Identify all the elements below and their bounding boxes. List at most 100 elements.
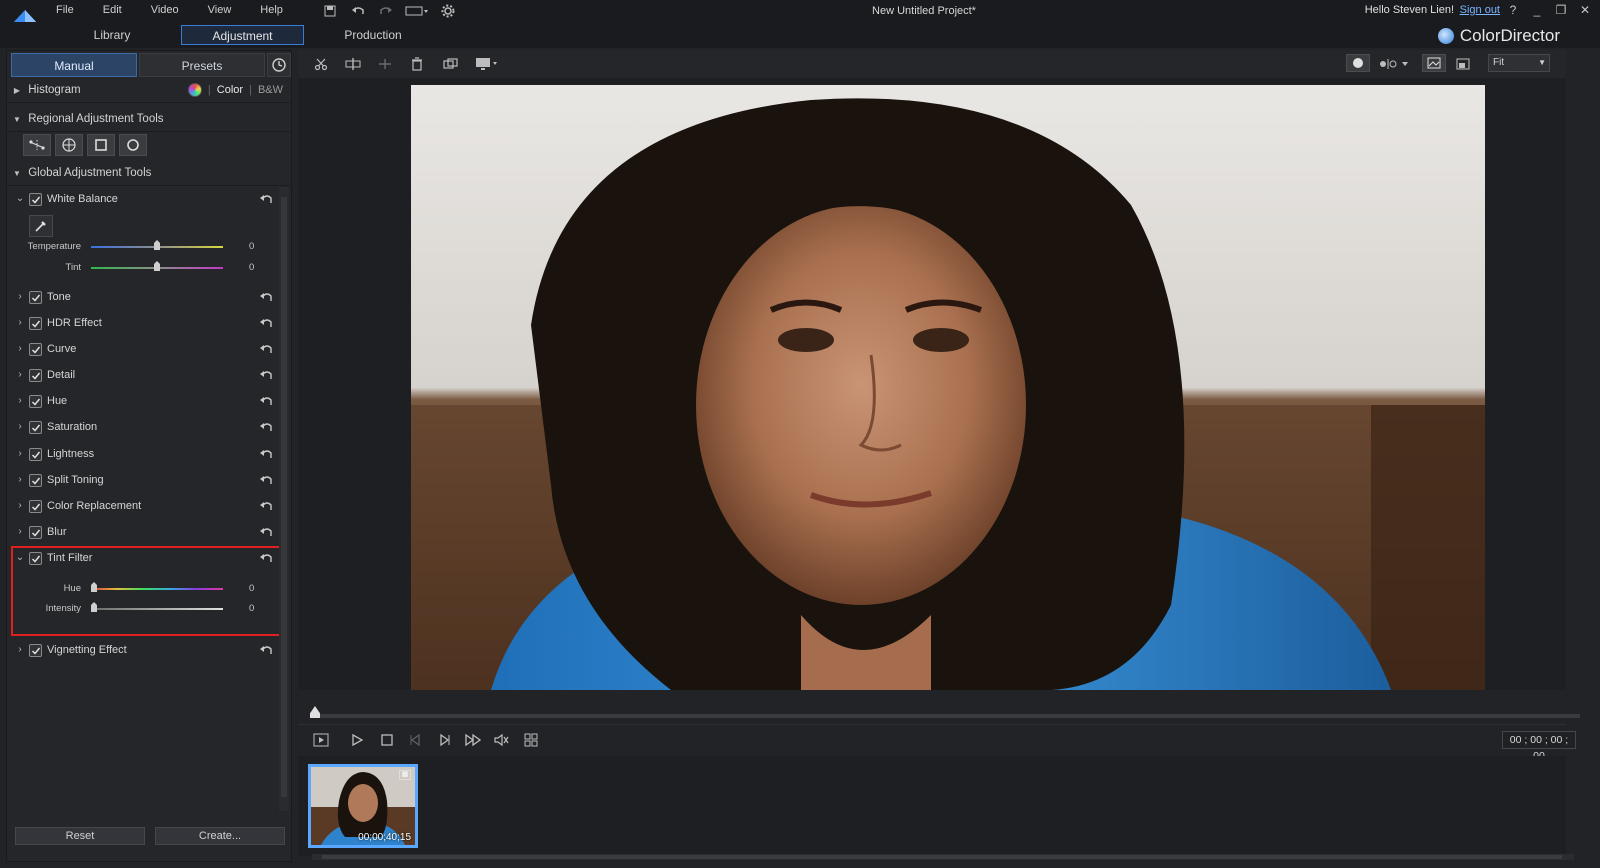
trash-icon[interactable]: [408, 55, 426, 73]
reset-icon[interactable]: [259, 192, 273, 206]
tool-white-balance[interactable]: ⌄ White Balance: [7, 187, 275, 213]
reset-icon[interactable]: [259, 394, 273, 408]
previous-frame-icon[interactable]: [406, 731, 424, 749]
lightness-checkbox[interactable]: [29, 448, 42, 461]
scrubber-handle[interactable]: [310, 706, 320, 718]
tab-production[interactable]: Production: [318, 25, 428, 45]
detail-checkbox[interactable]: [29, 369, 42, 382]
tool-vignetting-effect[interactable]: › Vignetting Effect: [7, 638, 275, 664]
reset-icon[interactable]: [259, 447, 273, 461]
split-toning-checkbox[interactable]: [29, 474, 42, 487]
cut-icon[interactable]: [312, 55, 330, 73]
crop-icon[interactable]: [442, 55, 460, 73]
tool-blur[interactable]: › Blur: [7, 520, 275, 546]
stop-icon[interactable]: [378, 731, 396, 749]
chevron-right-icon[interactable]: ›: [15, 500, 25, 512]
saturation-checkbox[interactable]: [29, 421, 42, 434]
temperature-slider-thumb[interactable]: [154, 240, 160, 250]
hdr-checkbox[interactable]: [29, 317, 42, 330]
gradient-tool-button[interactable]: [23, 134, 51, 156]
reset-icon[interactable]: [259, 643, 273, 657]
fullscreen-icon[interactable]: [522, 731, 540, 749]
tool-lightness[interactable]: › Lightness: [7, 442, 275, 468]
vignetting-checkbox[interactable]: [29, 644, 42, 657]
histogram-header[interactable]: ▶ Histogram | Color | B&W: [7, 77, 291, 103]
split-clip-icon[interactable]: [344, 55, 362, 73]
reset-icon[interactable]: [259, 525, 273, 539]
tool-curve[interactable]: › Curve: [7, 337, 275, 363]
reset-icon[interactable]: [259, 368, 273, 382]
chevron-right-icon[interactable]: ›: [15, 291, 25, 303]
color-replacement-checkbox[interactable]: [29, 500, 42, 513]
reset-icon[interactable]: [259, 342, 273, 356]
tool-saturation[interactable]: › Saturation: [7, 415, 275, 441]
tool-tone[interactable]: › Tone: [7, 285, 275, 311]
radial-tool-button[interactable]: [55, 134, 83, 156]
reset-button[interactable]: Reset: [15, 827, 145, 845]
chevron-right-icon[interactable]: ›: [15, 474, 25, 486]
filmstrip-scrollbar[interactable]: [312, 854, 1574, 860]
hue-checkbox[interactable]: [29, 395, 42, 408]
brush-tool-button[interactable]: [87, 134, 115, 156]
filmstrip-scrollbar-thumb[interactable]: [322, 855, 1562, 859]
tint-slider-thumb[interactable]: [154, 261, 160, 271]
next-frame-icon[interactable]: [436, 731, 454, 749]
chevron-right-icon[interactable]: ›: [15, 526, 25, 538]
tint-value[interactable]: 0: [249, 262, 254, 273]
zoom-select[interactable]: Fit ▼: [1488, 54, 1550, 72]
chevron-right-icon[interactable]: ›: [15, 343, 25, 355]
temperature-value[interactable]: 0: [249, 241, 254, 252]
panel-scrollbar-thumb[interactable]: [281, 197, 287, 797]
panel-scrollbar[interactable]: [279, 187, 289, 811]
chevron-right-icon[interactable]: ›: [15, 421, 25, 433]
curve-checkbox[interactable]: [29, 343, 42, 356]
actual-size-icon[interactable]: [1454, 55, 1472, 73]
tone-checkbox[interactable]: [29, 291, 42, 304]
tool-hue[interactable]: › Hue: [7, 389, 275, 415]
reset-icon[interactable]: [259, 499, 273, 513]
sign-out-link[interactable]: Sign out: [1460, 4, 1500, 16]
white-balance-checkbox[interactable]: [29, 193, 42, 206]
restore-icon[interactable]: ❐: [1554, 2, 1568, 18]
timeline-scrubber[interactable]: [312, 714, 1580, 718]
tool-split-toning[interactable]: › Split Toning: [7, 468, 275, 494]
regional-tools-header[interactable]: ▼ Regional Adjustment Tools: [7, 106, 291, 132]
reset-icon[interactable]: [259, 316, 273, 330]
create-preset-button[interactable]: Create...: [155, 827, 285, 845]
clip-thumbnail[interactable]: ▦ 00;00;40;15: [308, 764, 418, 848]
chevron-down-icon[interactable]: ⌄: [15, 193, 25, 205]
chevron-right-icon[interactable]: ›: [15, 317, 25, 329]
minimize-icon[interactable]: _: [1530, 2, 1544, 18]
fast-forward-icon[interactable]: [464, 731, 482, 749]
mute-icon[interactable]: [492, 731, 510, 749]
trim-icon[interactable]: [376, 55, 394, 73]
timecode-display[interactable]: 00 ; 00 ; 00 ; 00: [1502, 731, 1576, 762]
chevron-right-icon[interactable]: ›: [15, 395, 25, 407]
compare-view-icon[interactable]: [1378, 55, 1410, 73]
circle-tool-button[interactable]: [119, 134, 147, 156]
histogram-color-option[interactable]: Color: [217, 77, 243, 103]
display-options-icon[interactable]: [474, 55, 500, 73]
tab-adjustment[interactable]: Adjustment: [181, 25, 304, 45]
fit-screen-button[interactable]: [1422, 54, 1446, 72]
tab-presets[interactable]: Presets: [139, 53, 265, 77]
global-tools-header[interactable]: ▼ Global Adjustment Tools: [7, 160, 291, 186]
tool-color-replacement[interactable]: › Color Replacement: [7, 494, 275, 520]
close-icon[interactable]: ✕: [1578, 2, 1592, 18]
chevron-right-icon[interactable]: ›: [15, 644, 25, 656]
single-view-button[interactable]: [1346, 54, 1370, 72]
play-icon[interactable]: [348, 731, 366, 749]
tab-library[interactable]: Library: [62, 25, 162, 45]
histogram-bw-option[interactable]: B&W: [258, 77, 283, 103]
tool-hdr-effect[interactable]: › HDR Effect: [7, 311, 275, 337]
eyedropper-button[interactable]: [29, 215, 53, 237]
preview-mode-icon[interactable]: [312, 731, 330, 749]
tool-detail[interactable]: › Detail: [7, 363, 275, 389]
help-icon[interactable]: ?: [1506, 2, 1520, 18]
blur-checkbox[interactable]: [29, 526, 42, 539]
reset-icon[interactable]: [259, 420, 273, 434]
reset-icon[interactable]: [259, 290, 273, 304]
chevron-right-icon[interactable]: ›: [15, 369, 25, 381]
reset-icon[interactable]: [259, 473, 273, 487]
chevron-right-icon[interactable]: ›: [15, 448, 25, 460]
